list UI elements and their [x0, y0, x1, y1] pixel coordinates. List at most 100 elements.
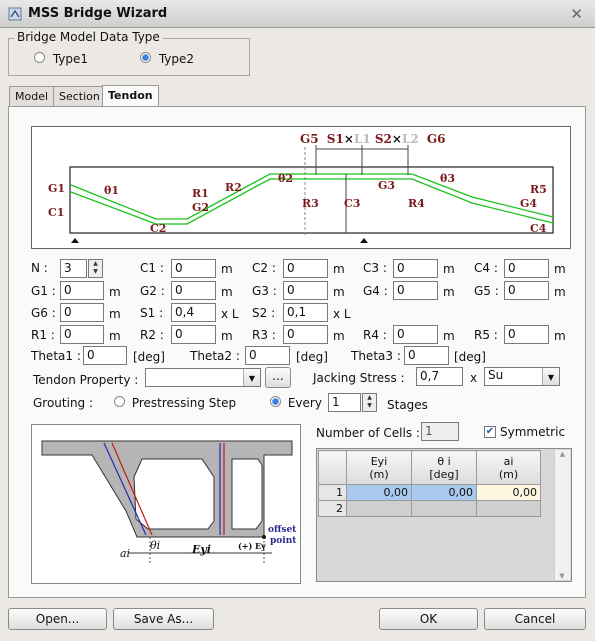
chevron-down-icon[interactable]: ▼	[243, 369, 260, 386]
s1-label: S1	[326, 132, 344, 146]
theta1-input[interactable]: 0	[83, 346, 127, 365]
g2-input[interactable]: 0	[171, 281, 216, 300]
n-stepper[interactable]: ▲ ▼	[88, 259, 103, 278]
r3-input[interactable]: 0	[283, 325, 328, 344]
g5-input[interactable]: 0	[504, 281, 549, 300]
theta2-field-label: Theta2 :	[190, 349, 240, 363]
jacking-stress-input[interactable]: 0,7	[416, 367, 463, 386]
theta3-input[interactable]: 0	[404, 346, 449, 365]
g5-label: G5	[300, 132, 319, 146]
number-of-cells-label: Number of Cells :	[316, 426, 420, 440]
g4-label: G4	[520, 197, 538, 210]
theta1-field-label: Theta1 :	[31, 349, 81, 363]
g2-unit: m	[221, 285, 233, 299]
c3-input[interactable]: 0	[393, 259, 438, 278]
checkbox-check-icon: ✔	[484, 426, 496, 438]
theta1-unit: [deg]	[133, 350, 165, 364]
grid-corner	[318, 450, 347, 485]
n-input[interactable]: 3	[60, 259, 87, 278]
g3-input[interactable]: 0	[283, 281, 328, 300]
open-button[interactable]: Open...	[8, 608, 107, 630]
theta2-input[interactable]: 0	[245, 346, 290, 365]
number-of-cells-input[interactable]: 1	[421, 422, 459, 441]
r1-input[interactable]: 0	[60, 325, 104, 344]
eyi-cell[interactable]: 0,00	[346, 484, 412, 501]
r3-label: R3	[302, 197, 319, 210]
type1-radio[interactable]: Type1	[34, 52, 88, 66]
every-radio[interactable]: Every	[270, 396, 322, 410]
model-type-group-label: Bridge Model Data Type	[14, 30, 163, 44]
grid-scrollbar[interactable]: ▲ ▼	[554, 450, 570, 580]
every-stages-input[interactable]: 1	[328, 393, 361, 412]
row-number: 2	[318, 500, 347, 517]
r1-field-label: R1 :	[31, 328, 55, 342]
tab-tendon[interactable]: Tendon	[102, 85, 159, 107]
c2-unit: m	[333, 262, 345, 276]
theta-cell[interactable]	[411, 500, 477, 517]
s2-label: S2	[374, 132, 392, 146]
ok-button[interactable]: OK	[379, 608, 478, 630]
c3-field-label: C3 :	[363, 261, 387, 275]
s2-field-label: S2 :	[252, 306, 276, 320]
section-figure: ai θi Eyi (+) Ey offset point	[31, 424, 301, 584]
c2-input[interactable]: 0	[283, 259, 328, 278]
table-row: 1 0,00 0,00 0,00	[318, 484, 541, 501]
r5-input[interactable]: 0	[504, 325, 549, 344]
theta3-field-label: Theta3 :	[351, 349, 401, 363]
cell-data-grid[interactable]: Eyi (m) θ i [deg] ai (m) 1 0,00 0,00 0,00 2…	[316, 448, 572, 582]
spin-down-icon[interactable]: ▼	[363, 402, 376, 410]
browse-button[interactable]: ...	[265, 367, 291, 388]
spin-up-icon[interactable]: ▲	[89, 260, 102, 268]
times-sign: x	[470, 371, 478, 385]
spin-up-icon[interactable]: ▲	[363, 394, 376, 402]
s2-input[interactable]: 0,1	[283, 303, 328, 322]
g4-input[interactable]: 0	[393, 281, 438, 300]
tab-section[interactable]: Section	[53, 86, 106, 106]
g2-label: G2	[192, 201, 210, 214]
close-icon[interactable]: ✕	[570, 5, 583, 23]
tab-model[interactable]: Model	[9, 86, 55, 106]
jacking-unit-select[interactable]: Su ▼	[484, 367, 560, 386]
s1-input[interactable]: 0,4	[171, 303, 216, 322]
l2-label: L2	[401, 132, 419, 146]
r4-input[interactable]: 0	[393, 325, 438, 344]
eyi-cell[interactable]	[346, 500, 412, 517]
scroll-up-icon[interactable]: ▲	[555, 450, 570, 458]
chevron-down-icon[interactable]: ▼	[542, 368, 559, 385]
cancel-button[interactable]: Cancel	[484, 608, 586, 630]
c4-input[interactable]: 0	[504, 259, 549, 278]
c3-unit: m	[443, 262, 455, 276]
ai-cell[interactable]	[476, 500, 541, 517]
type2-radio[interactable]: Type2	[140, 52, 194, 66]
tendon-property-select[interactable]: ▼	[145, 368, 261, 387]
symmetric-checkbox[interactable]: ✔ Symmetric	[484, 425, 565, 439]
cell-table: Eyi (m) θ i [deg] ai (m) 1 0,00 0,00 0,00 2	[318, 450, 541, 517]
g3-field-label: G3 :	[252, 284, 277, 298]
save-as-button[interactable]: Save As...	[113, 608, 214, 630]
r2-input[interactable]: 0	[171, 325, 216, 344]
stages-stepper[interactable]: ▲ ▼	[362, 393, 377, 412]
c1-unit: m	[221, 262, 233, 276]
prestressing-step-radio[interactable]: Prestressing Step	[114, 396, 236, 410]
c1-input[interactable]: 0	[171, 259, 216, 278]
plus-ey-label: (+) Ey	[238, 541, 266, 551]
row-number: 1	[318, 484, 347, 501]
g6-input[interactable]: 0	[60, 303, 104, 322]
jacking-unit-value: Su	[488, 368, 504, 382]
theta-cell[interactable]: 0,00	[411, 484, 477, 501]
g1-input[interactable]: 0	[60, 281, 104, 300]
c1-field-label: C1 :	[140, 261, 164, 275]
tendon-profile-diagram: G5 S1×L1 S2×L2 G6 G1 θ1 C1 R1 R2 G2 C2 θ…	[31, 126, 571, 249]
spin-down-icon[interactable]: ▼	[89, 268, 102, 276]
theta3-label: θ3	[440, 172, 455, 185]
r2-label: R2	[225, 181, 242, 194]
times-label: ×	[391, 132, 402, 146]
g1-field-label: G1 :	[31, 284, 56, 298]
scroll-down-icon[interactable]: ▼	[555, 572, 569, 580]
app-icon	[8, 7, 22, 21]
g6-unit: m	[109, 307, 121, 321]
r1-unit: m	[109, 329, 121, 343]
n-label: N :	[31, 261, 48, 275]
jacking-stress-label: Jacking Stress :	[313, 371, 405, 385]
ai-cell[interactable]: 0,00	[476, 484, 541, 501]
